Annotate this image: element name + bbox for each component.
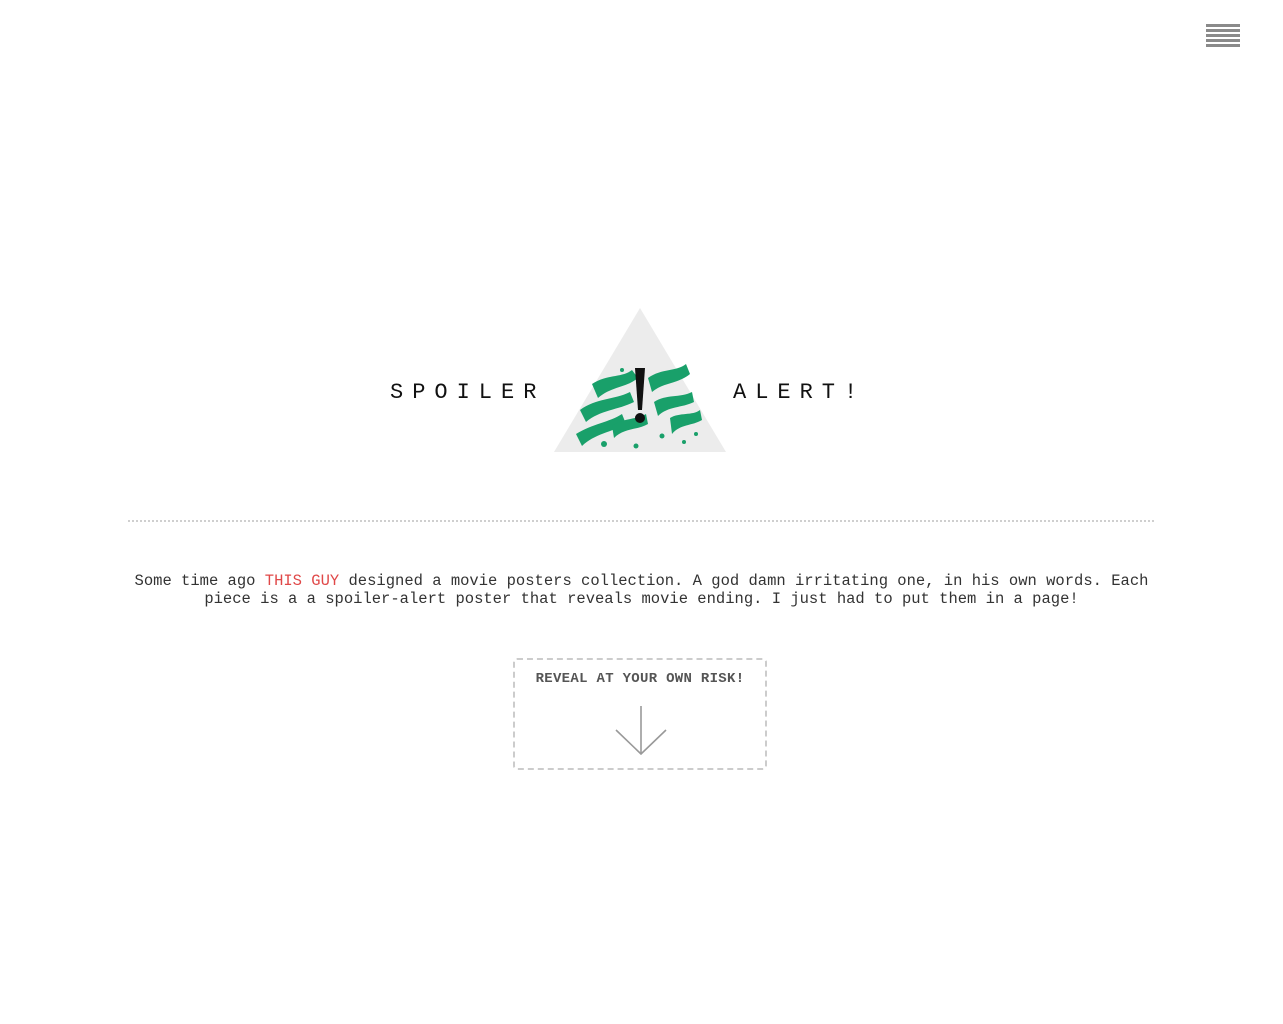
warning-triangle-logo [554,308,726,452]
reveal-button[interactable]: REVEAL AT YOUR OWN RISK! [513,658,767,770]
page: SPOILER ALERT! Some time ago THIS GUY de… [0,0,1283,1024]
hamburger-menu-icon[interactable] [1206,24,1240,52]
hero-title: SPOILER ALERT! [0,300,1283,460]
intro-text-end: designed a movie posters collection. A g… [204,572,1149,608]
menu-bar [1206,29,1240,32]
menu-bar [1206,44,1240,47]
intro-text-start: Some time ago [134,572,265,590]
hero-word-right: ALERT! [733,380,867,405]
arrow-down-icon [615,706,667,756]
menu-bar [1206,24,1240,27]
hero-word-left: SPOILER [390,380,546,405]
dotted-divider [128,520,1154,522]
this-guy-link[interactable]: THIS GUY [265,572,339,590]
menu-bar [1206,39,1240,42]
menu-bar [1206,34,1240,37]
reveal-label: REVEAL AT YOUR OWN RISK! [535,671,745,687]
intro-paragraph: Some time ago THIS GUY designed a movie … [110,572,1173,608]
